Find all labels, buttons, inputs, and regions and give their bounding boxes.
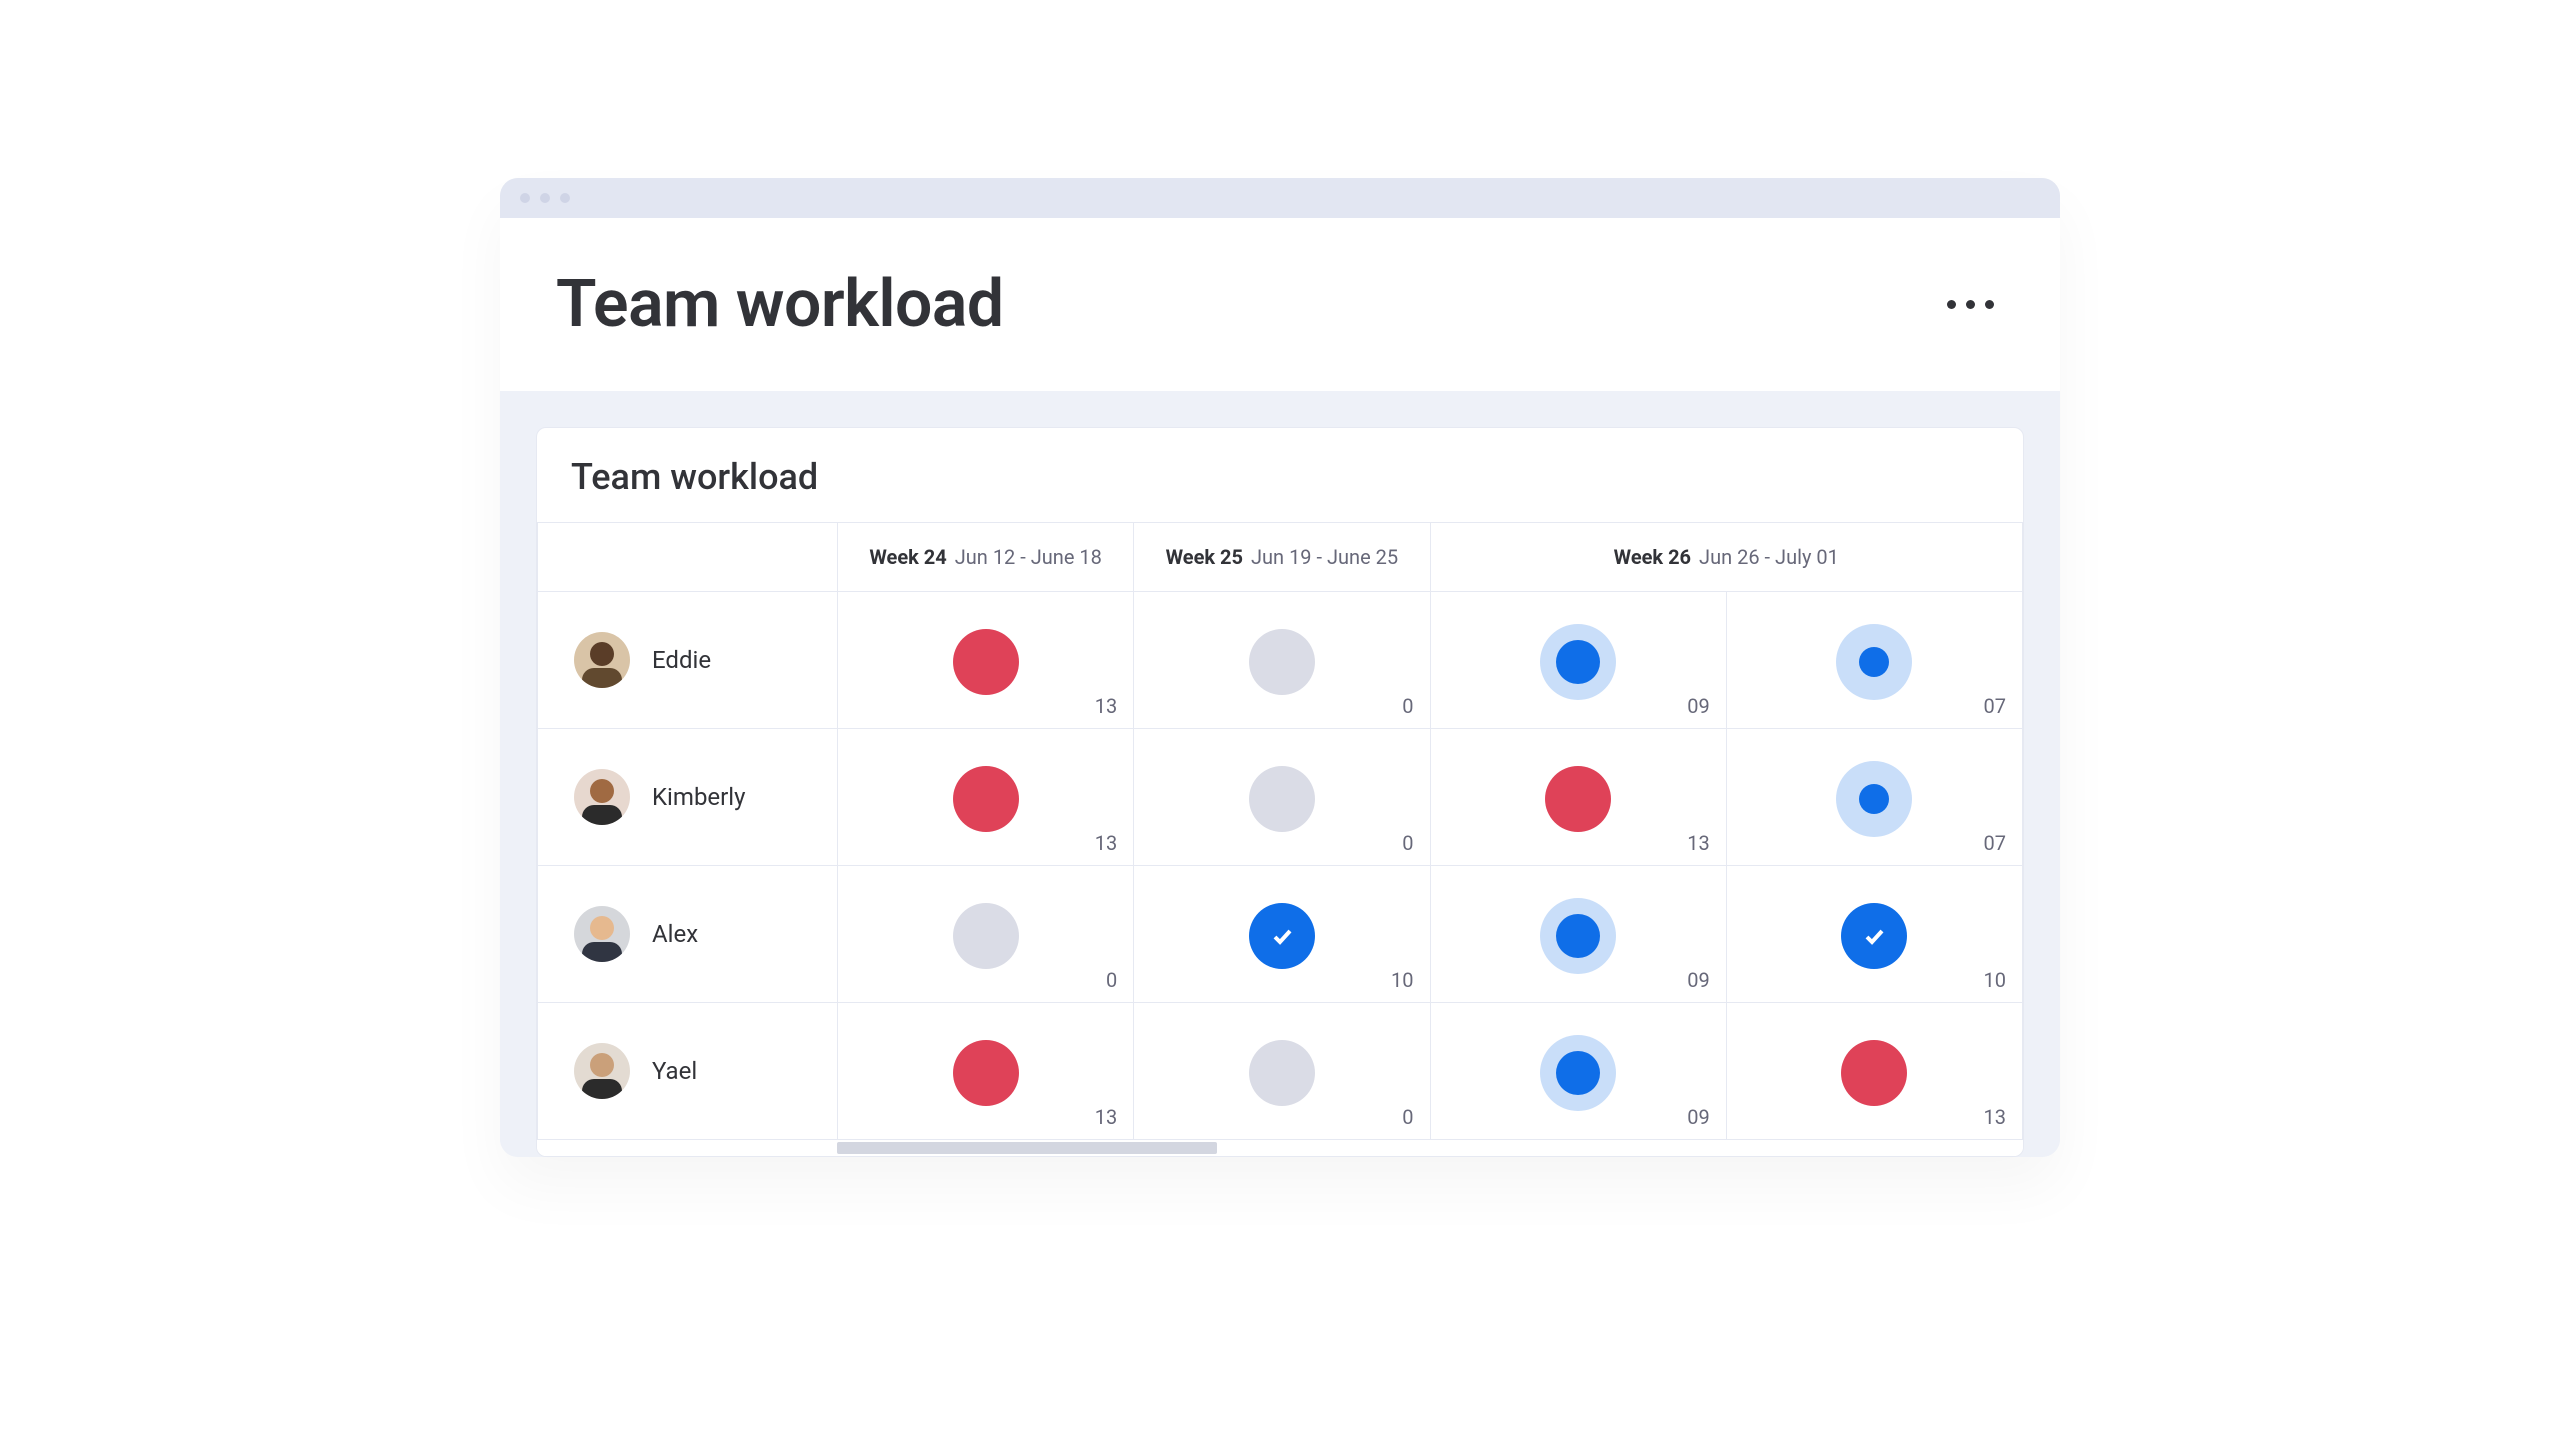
workload-bubble-gray[interactable] — [1249, 766, 1315, 832]
person-name: Yael — [652, 1057, 697, 1085]
workload-bubble-red[interactable] — [953, 1040, 1019, 1106]
workload-bubble-blue-ring[interactable] — [1540, 898, 1616, 974]
workload-bubble-red[interactable] — [1545, 766, 1611, 832]
workload-cell[interactable]: 09 — [1430, 866, 1726, 1003]
more-options-button[interactable] — [1937, 290, 2004, 319]
week-header: Week 25Jun 19 - June 25 — [1134, 523, 1430, 592]
workload-cell[interactable]: 0 — [838, 866, 1134, 1003]
workload-bubble-gray[interactable] — [953, 903, 1019, 969]
person-cell: Eddie — [538, 592, 838, 729]
avatar[interactable] — [574, 632, 630, 688]
blue-inner-dot — [1556, 1051, 1600, 1095]
workload-cell[interactable]: 09 — [1430, 1003, 1726, 1140]
workload-bubble-blue-ring[interactable] — [1836, 761, 1912, 837]
workload-cell[interactable]: 13 — [1726, 1003, 2022, 1140]
workload-cell[interactable]: 13 — [838, 729, 1134, 866]
avatar[interactable] — [574, 906, 630, 962]
blue-inner-dot — [1859, 784, 1889, 814]
avatar[interactable] — [574, 1043, 630, 1099]
blue-inner-dot — [1859, 647, 1889, 677]
workload-value: 09 — [1687, 1105, 1709, 1129]
workload-cell[interactable]: 09 — [1430, 592, 1726, 729]
horizontal-scrollbar[interactable] — [537, 1140, 2023, 1156]
workload-bubble-blue[interactable] — [1249, 903, 1315, 969]
workload-cell[interactable]: 0 — [1134, 1003, 1430, 1140]
workload-cell[interactable]: 07 — [1726, 592, 2022, 729]
workload-bubble-red[interactable] — [953, 766, 1019, 832]
person-name: Eddie — [652, 646, 711, 674]
workload-bubble-blue-ring[interactable] — [1540, 1035, 1616, 1111]
workload-value: 0 — [1402, 694, 1413, 718]
workload-cell[interactable]: 0 — [1134, 729, 1430, 866]
content-area: Team workload Week 24Jun 12 - June 18 We… — [500, 391, 2060, 1157]
workload-cell[interactable]: 0 — [1134, 592, 1430, 729]
workload-bubble-blue-ring[interactable] — [1540, 624, 1616, 700]
person-name: Alex — [652, 920, 698, 948]
workload-value: 13 — [1687, 831, 1709, 855]
check-icon — [1862, 924, 1886, 948]
more-dots-icon — [1966, 300, 1975, 309]
workload-value: 13 — [1095, 694, 1117, 718]
page-title: Team workload — [556, 266, 1004, 343]
workload-bubble-gray[interactable] — [1249, 629, 1315, 695]
blue-inner-dot — [1556, 640, 1600, 684]
week-header: Week 26Jun 26 - July 01 — [1430, 523, 2023, 592]
blue-inner-dot — [1556, 914, 1600, 958]
workload-cell[interactable]: 10 — [1726, 866, 2022, 1003]
workload-value: 07 — [1984, 694, 2006, 718]
table-row: Alex 0 10 09 10 — [538, 866, 2023, 1003]
scrollbar-thumb[interactable] — [837, 1142, 1217, 1154]
workload-card: Team workload Week 24Jun 12 - June 18 We… — [536, 427, 2024, 1157]
person-cell: Kimberly — [538, 729, 838, 866]
table-header-row: Week 24Jun 12 - June 18 Week 25Jun 19 - … — [538, 523, 2023, 592]
week-header: Week 24Jun 12 - June 18 — [838, 523, 1134, 592]
window-control-max[interactable] — [560, 193, 570, 203]
workload-bubble-blue-ring[interactable] — [1836, 624, 1912, 700]
table-row: Yael 13 0 09 13 — [538, 1003, 2023, 1140]
workload-value: 09 — [1687, 694, 1709, 718]
workload-bubble-blue[interactable] — [1841, 903, 1907, 969]
more-dots-icon — [1985, 300, 1994, 309]
person-cell: Alex — [538, 866, 838, 1003]
workload-cell[interactable]: 13 — [838, 1003, 1134, 1140]
more-dots-icon — [1947, 300, 1956, 309]
table-row: Eddie 13 0 09 07 — [538, 592, 2023, 729]
workload-value: 09 — [1687, 968, 1709, 992]
workload-value: 07 — [1984, 831, 2006, 855]
workload-value: 0 — [1402, 831, 1413, 855]
page-header: Team workload — [500, 218, 2060, 391]
window-titlebar — [500, 178, 2060, 218]
workload-bubble-red[interactable] — [953, 629, 1019, 695]
app-window: Team workload Team workload Week 24Jun 1… — [500, 178, 2060, 1157]
workload-table: Week 24Jun 12 - June 18 Week 25Jun 19 - … — [537, 522, 2023, 1140]
workload-bubble-gray[interactable] — [1249, 1040, 1315, 1106]
window-control-min[interactable] — [540, 193, 550, 203]
card-title: Team workload — [537, 428, 2023, 522]
workload-value: 13 — [1095, 1105, 1117, 1129]
person-name: Kimberly — [652, 783, 745, 811]
workload-cell[interactable]: 07 — [1726, 729, 2022, 866]
workload-value: 13 — [1984, 1105, 2006, 1129]
workload-value: 10 — [1391, 968, 1413, 992]
workload-cell[interactable]: 10 — [1134, 866, 1430, 1003]
workload-value: 0 — [1402, 1105, 1413, 1129]
workload-bubble-red[interactable] — [1841, 1040, 1907, 1106]
workload-cell[interactable]: 13 — [838, 592, 1134, 729]
check-icon — [1270, 924, 1294, 948]
empty-header — [538, 523, 838, 592]
workload-value: 13 — [1095, 831, 1117, 855]
person-cell: Yael — [538, 1003, 838, 1140]
workload-value: 10 — [1984, 968, 2006, 992]
table-row: Kimberly 13 0 13 07 — [538, 729, 2023, 866]
window-control-close[interactable] — [520, 193, 530, 203]
avatar[interactable] — [574, 769, 630, 825]
workload-value: 0 — [1106, 968, 1117, 992]
workload-cell[interactable]: 13 — [1430, 729, 1726, 866]
